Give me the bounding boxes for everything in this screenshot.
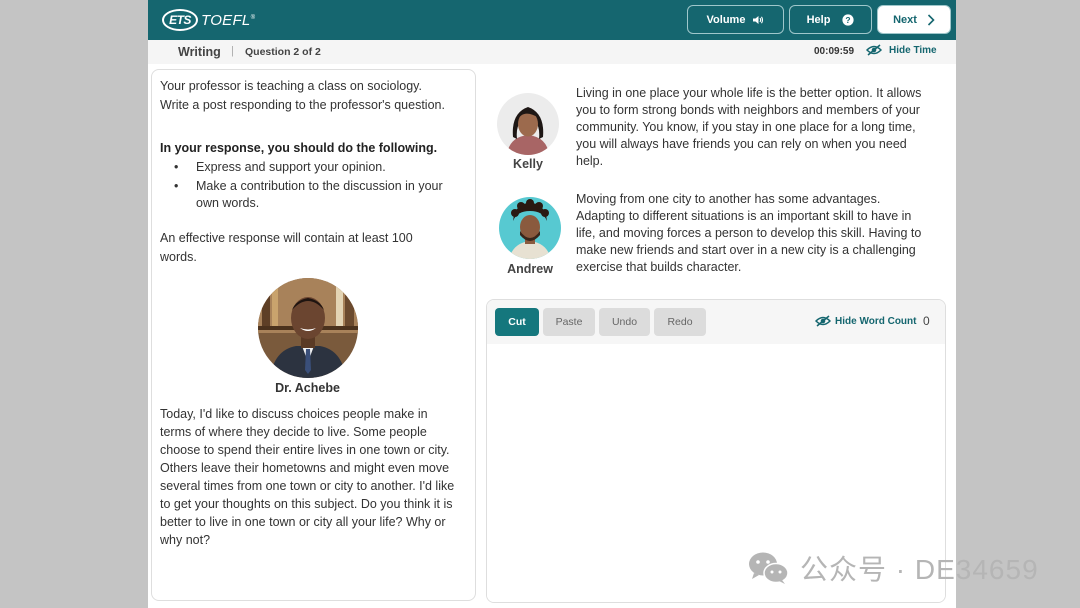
toefl-logo-text: TOEFL®: [201, 11, 256, 29]
next-label: Next: [893, 13, 917, 26]
question-counter: Question 2 of 2: [245, 46, 321, 58]
professor-question: Today, I'd like to discuss choices peopl…: [160, 407, 455, 547]
watermark: 公众号 · DE34659: [748, 548, 1039, 588]
help-button[interactable]: Help ?: [789, 5, 872, 34]
speaker-icon: [752, 14, 764, 26]
hide-word-count-label: Hide Word Count: [835, 315, 917, 327]
professor-avatar: [258, 278, 358, 378]
ets-toefl-logo: ETS TOEFL®: [162, 9, 255, 31]
prompt-panel: Your professor is teaching a class on so…: [151, 69, 476, 601]
paste-button[interactable]: Paste: [543, 308, 595, 336]
andrew-avatar: [499, 197, 561, 259]
test-window: ETS TOEFL® Volume Help ? Next Writing | …: [148, 0, 956, 608]
question-circle-icon: ?: [842, 13, 855, 26]
task-prompt: Your professor is teaching a class on so…: [160, 79, 445, 112]
instructions-heading: In your response, you should do the foll…: [160, 141, 438, 155]
svg-text:?: ?: [846, 15, 851, 25]
professor-name: Dr. Achebe: [275, 381, 340, 395]
kelly-name: Kelly: [513, 157, 543, 171]
divider: |: [231, 45, 234, 57]
status-bar: Writing | Question 2 of 2 00:09:59 Hide …: [148, 40, 956, 64]
redo-button[interactable]: Redo: [654, 308, 706, 336]
chevron-right-icon: [927, 13, 935, 26]
hide-time-label: Hide Time: [889, 44, 937, 56]
help-label: Help: [806, 13, 831, 26]
eye-slash-icon: [866, 44, 882, 56]
word-count: 0: [923, 314, 930, 328]
length-requirement: An effective response will contain at le…: [160, 231, 413, 264]
andrew-post: Moving from one city to another has some…: [576, 192, 922, 274]
next-button[interactable]: Next: [877, 5, 951, 34]
watermark-text: 公众号 · DE34659: [800, 554, 1039, 585]
cut-button[interactable]: Cut: [495, 308, 539, 336]
undo-button[interactable]: Undo: [599, 308, 650, 336]
section-title: Writing: [178, 45, 221, 59]
kelly-avatar: [497, 93, 559, 155]
top-bar: ETS TOEFL® Volume Help ? Next: [148, 0, 956, 40]
instructions-list: Express and support your opinion. Make a…: [160, 159, 460, 214]
wechat-icon: [749, 552, 789, 584]
andrew-name: Andrew: [507, 262, 553, 276]
editor-toolbar: Cut Paste Undo Redo Hide Word Count 0: [487, 300, 945, 344]
kelly-post: Living in one place your whole life is t…: [576, 86, 922, 168]
volume-label: Volume: [706, 13, 746, 26]
list-item: Express and support your opinion.: [160, 159, 460, 176]
hide-time-button[interactable]: Hide Time: [866, 44, 937, 56]
eye-slash-icon: [815, 315, 831, 327]
countdown-timer: 00:09:59: [814, 46, 855, 57]
list-item: Make a contribution to the discussion in…: [160, 178, 460, 212]
volume-button[interactable]: Volume: [687, 5, 784, 34]
ets-logo-mark: ETS: [162, 9, 198, 31]
hide-word-count-button[interactable]: Hide Word Count: [815, 315, 916, 327]
